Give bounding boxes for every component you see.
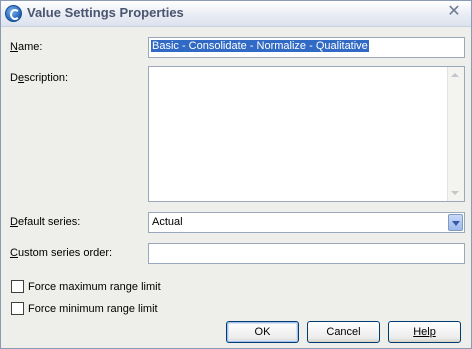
cancel-button[interactable]: Cancel xyxy=(307,321,380,343)
dialog-title: Value Settings Properties xyxy=(27,5,184,20)
name-value: Basic - Consolidate - Normalize - Qualit… xyxy=(151,40,369,52)
default-series-value: Actual xyxy=(152,216,183,228)
help-button[interactable]: Help xyxy=(388,321,461,343)
title-bar[interactable]: Value Settings Properties ✕ xyxy=(1,1,471,27)
help-label: Help xyxy=(413,326,436,338)
force-max-label: Force maximum range limit xyxy=(28,281,161,293)
name-field[interactable]: Basic - Consolidate - Normalize - Qualit… xyxy=(148,37,465,58)
custom-order-label: Custom series order: xyxy=(10,247,113,259)
chevron-down-icon[interactable] xyxy=(448,214,463,231)
description-label: Description: xyxy=(10,72,69,84)
name-label: Name: xyxy=(10,41,43,53)
app-logo-icon xyxy=(5,5,22,22)
scroll-down-arrow-icon[interactable] xyxy=(451,191,459,195)
force-max-checkbox[interactable] xyxy=(11,280,24,293)
ok-button[interactable]: OK xyxy=(226,321,299,343)
default-series-label: Default series: xyxy=(10,216,81,228)
default-series-select[interactable]: Actual xyxy=(148,212,465,233)
description-scrollbar[interactable] xyxy=(447,67,464,201)
force-min-label: Force minimum range limit xyxy=(28,303,158,315)
description-field[interactable] xyxy=(148,66,465,202)
close-icon[interactable]: ✕ xyxy=(445,3,463,21)
force-min-checkbox[interactable] xyxy=(11,302,24,315)
properties-dialog: Value Settings Properties ✕ Name: Basic … xyxy=(0,0,472,349)
custom-series-order-field[interactable] xyxy=(148,243,465,264)
scroll-up-arrow-icon[interactable] xyxy=(451,73,459,77)
